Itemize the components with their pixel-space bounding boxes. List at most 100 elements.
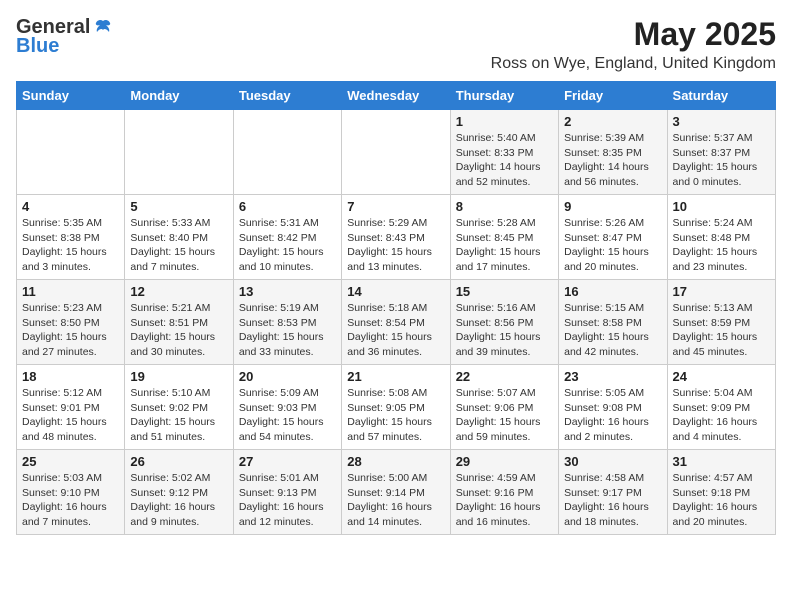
day-info: Sunrise: 5:24 AMSunset: 8:48 PMDaylight:… [673, 216, 770, 275]
day-number: 10 [673, 199, 770, 214]
calendar-header-monday: Monday [125, 82, 233, 110]
calendar-week-row: 18 Sunrise: 5:12 AMSunset: 9:01 PMDayligh… [17, 365, 776, 450]
calendar-day-cell: 18 Sunrise: 5:12 AMSunset: 9:01 PMDayligh… [17, 365, 125, 450]
calendar-day-cell: 17 Sunrise: 5:13 AMSunset: 8:59 PMDayligh… [667, 280, 775, 365]
calendar-day-cell: 28Sunrise: 5:00 AMSunset: 9:14 PMDayligh… [342, 450, 450, 535]
calendar-week-row: 11Sunrise: 5:23 AMSunset: 8:50 PMDayligh… [17, 280, 776, 365]
day-number: 9 [564, 199, 661, 214]
day-number: 2 [564, 114, 661, 129]
day-info: Sunrise: 5:03 AMSunset: 9:10 PMDaylight:… [22, 471, 119, 530]
day-info: Sunrise: 5:39 AMSunset: 8:35 PMDaylight:… [564, 131, 661, 190]
day-number: 19 [130, 369, 227, 384]
day-info: Sunrise: 4:57 AMSunset: 9:18 PMDaylight:… [673, 471, 770, 530]
day-info: Sunrise: 5:33 AMSunset: 8:40 PMDaylight:… [130, 216, 227, 275]
calendar-day-cell: 16 Sunrise: 5:15 AMSunset: 8:58 PMDayligh… [559, 280, 667, 365]
calendar-day-cell: 21 Sunrise: 5:08 AMSunset: 9:05 PMDayligh… [342, 365, 450, 450]
calendar-day-cell: 5 Sunrise: 5:33 AMSunset: 8:40 PMDaylight… [125, 195, 233, 280]
calendar-header-row: SundayMondayTuesdayWednesdayThursdayFrid… [17, 82, 776, 110]
day-info: Sunrise: 5:10 AMSunset: 9:02 PMDaylight:… [130, 386, 227, 445]
day-info: Sunrise: 4:59 AMSunset: 9:16 PMDaylight:… [456, 471, 553, 530]
calendar-day-cell: 19 Sunrise: 5:10 AMSunset: 9:02 PMDayligh… [125, 365, 233, 450]
calendar-day-cell: 25 Sunrise: 5:03 AMSunset: 9:10 PMDayligh… [17, 450, 125, 535]
day-info: Sunrise: 5:35 AMSunset: 8:38 PMDaylight:… [22, 216, 119, 275]
month-year-title: May 2025 [491, 16, 776, 53]
calendar-day-cell: 12 Sunrise: 5:21 AMSunset: 8:51 PMDayligh… [125, 280, 233, 365]
day-info: Sunrise: 5:31 AMSunset: 8:42 PMDaylight:… [239, 216, 336, 275]
day-info: Sunrise: 5:16 AMSunset: 8:56 PMDaylight:… [456, 301, 553, 360]
day-info: Sunrise: 5:15 AMSunset: 8:58 PMDaylight:… [564, 301, 661, 360]
day-number: 18 [22, 369, 119, 384]
calendar-day-cell: 8Sunrise: 5:28 AMSunset: 8:45 PMDaylight… [450, 195, 558, 280]
calendar-day-cell: 6Sunrise: 5:31 AMSunset: 8:42 PMDaylight… [233, 195, 341, 280]
day-number: 3 [673, 114, 770, 129]
day-info: Sunrise: 5:02 AMSunset: 9:12 PMDaylight:… [130, 471, 227, 530]
day-number: 25 [22, 454, 119, 469]
day-number: 4 [22, 199, 119, 214]
day-number: 13 [239, 284, 336, 299]
day-info: Sunrise: 5:18 AMSunset: 8:54 PMDaylight:… [347, 301, 444, 360]
day-number: 27 [239, 454, 336, 469]
calendar-week-row: 4 Sunrise: 5:35 AMSunset: 8:38 PMDaylight… [17, 195, 776, 280]
calendar-day-cell: 3 Sunrise: 5:37 AMSunset: 8:37 PMDaylight… [667, 110, 775, 195]
calendar-day-cell: 4 Sunrise: 5:35 AMSunset: 8:38 PMDaylight… [17, 195, 125, 280]
day-info: Sunrise: 5:37 AMSunset: 8:37 PMDaylight:… [673, 131, 770, 190]
calendar-day-cell: 20Sunrise: 5:09 AMSunset: 9:03 PMDayligh… [233, 365, 341, 450]
day-info: Sunrise: 5:01 AMSunset: 9:13 PMDaylight:… [239, 471, 336, 530]
location-text: Ross on Wye, England, United Kingdom [491, 55, 776, 73]
day-number: 26 [130, 454, 227, 469]
day-number: 16 [564, 284, 661, 299]
calendar-day-cell [17, 110, 125, 195]
day-number: 1 [456, 114, 553, 129]
calendar-week-row: 25 Sunrise: 5:03 AMSunset: 9:10 PMDayligh… [17, 450, 776, 535]
calendar-day-cell: 10 Sunrise: 5:24 AMSunset: 8:48 PMDayligh… [667, 195, 775, 280]
calendar-header-wednesday: Wednesday [342, 82, 450, 110]
calendar-day-cell: 2 Sunrise: 5:39 AMSunset: 8:35 PMDaylight… [559, 110, 667, 195]
day-number: 7 [347, 199, 444, 214]
day-info: Sunrise: 4:58 AMSunset: 9:17 PMDaylight:… [564, 471, 661, 530]
day-number: 14 [347, 284, 444, 299]
day-info: Sunrise: 5:29 AMSunset: 8:43 PMDaylight:… [347, 216, 444, 275]
calendar-day-cell: 30 Sunrise: 4:58 AMSunset: 9:17 PMDayligh… [559, 450, 667, 535]
logo: General Blue [16, 16, 114, 58]
calendar-day-cell [125, 110, 233, 195]
calendar-day-cell: 22 Sunrise: 5:07 AMSunset: 9:06 PMDayligh… [450, 365, 558, 450]
calendar-day-cell [233, 110, 341, 195]
day-info: Sunrise: 5:08 AMSunset: 9:05 PMDaylight:… [347, 386, 444, 445]
calendar-day-cell: 23Sunrise: 5:05 AMSunset: 9:08 PMDayligh… [559, 365, 667, 450]
day-number: 5 [130, 199, 227, 214]
calendar-table: SundayMondayTuesdayWednesdayThursdayFrid… [16, 81, 776, 535]
header: General Blue May 2025 Ross on Wye, Engla… [16, 16, 776, 73]
day-info: Sunrise: 5:13 AMSunset: 8:59 PMDaylight:… [673, 301, 770, 360]
day-number: 21 [347, 369, 444, 384]
day-number: 29 [456, 454, 553, 469]
calendar-day-cell: 24 Sunrise: 5:04 AMSunset: 9:09 PMDayligh… [667, 365, 775, 450]
calendar-day-cell: 26 Sunrise: 5:02 AMSunset: 9:12 PMDayligh… [125, 450, 233, 535]
calendar-header-friday: Friday [559, 82, 667, 110]
calendar-day-cell: 11Sunrise: 5:23 AMSunset: 8:50 PMDayligh… [17, 280, 125, 365]
calendar-header-sunday: Sunday [17, 82, 125, 110]
day-info: Sunrise: 5:04 AMSunset: 9:09 PMDaylight:… [673, 386, 770, 445]
logo-blue-text: Blue [16, 35, 59, 58]
day-number: 22 [456, 369, 553, 384]
calendar-day-cell: 31 Sunrise: 4:57 AMSunset: 9:18 PMDayligh… [667, 450, 775, 535]
day-info: Sunrise: 5:21 AMSunset: 8:51 PMDaylight:… [130, 301, 227, 360]
day-info: Sunrise: 5:40 AMSunset: 8:33 PMDaylight:… [456, 131, 553, 190]
day-number: 17 [673, 284, 770, 299]
day-info: Sunrise: 5:12 AMSunset: 9:01 PMDaylight:… [22, 386, 119, 445]
day-number: 24 [673, 369, 770, 384]
day-info: Sunrise: 5:09 AMSunset: 9:03 PMDaylight:… [239, 386, 336, 445]
calendar-day-cell: 15 Sunrise: 5:16 AMSunset: 8:56 PMDayligh… [450, 280, 558, 365]
day-info: Sunrise: 5:00 AMSunset: 9:14 PMDaylight:… [347, 471, 444, 530]
day-number: 15 [456, 284, 553, 299]
calendar-day-cell: 9Sunrise: 5:26 AMSunset: 8:47 PMDaylight… [559, 195, 667, 280]
day-info: Sunrise: 5:07 AMSunset: 9:06 PMDaylight:… [456, 386, 553, 445]
calendar-day-cell: 7 Sunrise: 5:29 AMSunset: 8:43 PMDaylight… [342, 195, 450, 280]
calendar-day-cell: 1 Sunrise: 5:40 AMSunset: 8:33 PMDaylight… [450, 110, 558, 195]
calendar-day-cell: 27 Sunrise: 5:01 AMSunset: 9:13 PMDayligh… [233, 450, 341, 535]
day-info: Sunrise: 5:23 AMSunset: 8:50 PMDaylight:… [22, 301, 119, 360]
day-info: Sunrise: 5:28 AMSunset: 8:45 PMDaylight:… [456, 216, 553, 275]
calendar-week-row: 1 Sunrise: 5:40 AMSunset: 8:33 PMDaylight… [17, 110, 776, 195]
day-number: 31 [673, 454, 770, 469]
day-number: 30 [564, 454, 661, 469]
day-number: 12 [130, 284, 227, 299]
